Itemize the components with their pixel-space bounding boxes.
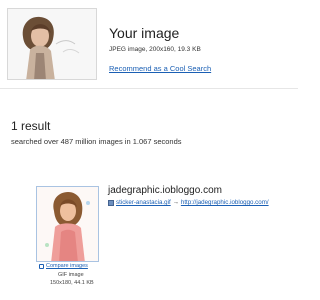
search-stats: searched over 487 million images in 1.06… — [11, 137, 182, 146]
query-panel: Your image JPEG image, 200x160, 19.3 KB … — [0, 0, 298, 88]
match-url-row: sticker-anastacia.gif → http://jadegraph… — [108, 199, 269, 206]
match-domain-title: jadegraphic.iobloggo.com — [108, 185, 222, 196]
recommend-cool-search-link[interactable]: Recommend as a Cool Search — [109, 64, 211, 73]
arrow-icon: → — [172, 199, 179, 206]
match-file-link[interactable]: sticker-anastacia.gif — [116, 199, 171, 206]
compare-images-link[interactable]: Compare images — [46, 263, 88, 269]
compare-images-row[interactable]: Compare images — [39, 263, 88, 269]
compare-icon — [39, 263, 44, 269]
match-page-link[interactable]: http://jadegraphic.iobloggo.com/ — [181, 199, 269, 206]
match-file-dimensions: 150x180, 44.1 KB — [50, 280, 94, 286]
woman-portrait-icon — [37, 187, 98, 261]
match-file-type: GIF image — [58, 272, 84, 278]
query-image-meta: JPEG image, 200x160, 19.3 KB — [109, 46, 201, 53]
result-image-thumbnail[interactable] — [36, 186, 99, 262]
woman-photo-icon — [8, 9, 96, 79]
query-title: Your image — [109, 25, 180, 41]
result-count: 1 result — [11, 119, 51, 133]
section-divider — [0, 88, 298, 89]
query-image-thumbnail — [7, 8, 97, 80]
gif-file-icon — [108, 199, 114, 206]
